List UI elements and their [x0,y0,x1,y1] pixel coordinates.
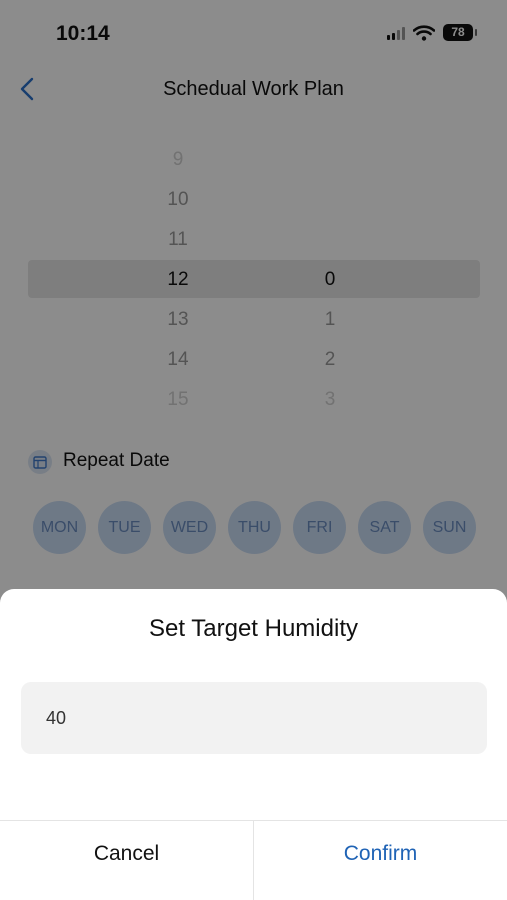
humidity-input[interactable]: 40 [21,682,487,754]
humidity-dialog: Set Target Humidity 40 Cancel Confirm [0,589,507,900]
confirm-button[interactable]: Confirm [254,821,507,887]
dialog-title: Set Target Humidity [149,615,358,642]
cancel-button[interactable]: Cancel [0,821,253,887]
